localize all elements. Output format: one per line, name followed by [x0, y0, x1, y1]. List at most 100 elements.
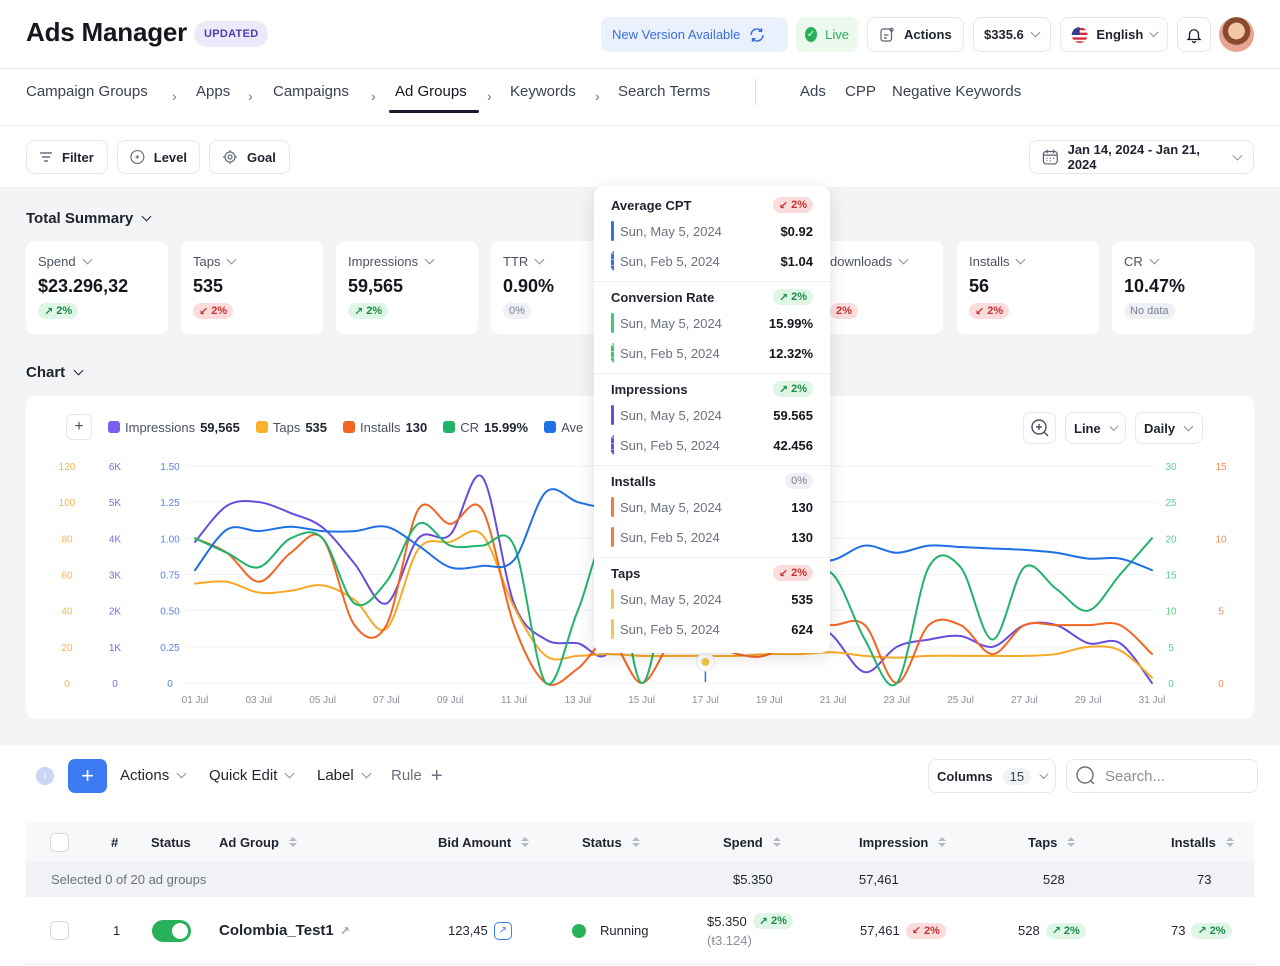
sort-icon: [1225, 837, 1234, 847]
summary-card-spend[interactable]: Spend $23.296,32 ↗ 2%: [26, 241, 168, 334]
axis-tick-label: 0: [64, 679, 70, 690]
nav-cpp[interactable]: CPP: [845, 83, 876, 100]
nav-keywords[interactable]: Keywords: [510, 83, 576, 100]
refresh-icon: [750, 27, 765, 42]
trend-chart-icon[interactable]: ↗: [493, 921, 512, 940]
header-bid-amount[interactable]: Bid Amount: [438, 822, 530, 862]
chevron-down-icon: [73, 365, 84, 376]
nav-search-terms[interactable]: Search Terms: [618, 83, 710, 100]
tooltip-row: Sun, May 5, 2024 $0.92: [611, 216, 813, 246]
chevron-right-icon: ›: [248, 88, 253, 104]
nav-ad-groups[interactable]: Ad Groups: [395, 83, 467, 100]
summary-installs: 73: [1197, 872, 1212, 887]
bell-icon: [1186, 28, 1202, 43]
search-input[interactable]: Search...: [1066, 759, 1258, 793]
total-summary-title: Total Summary: [26, 210, 134, 227]
updated-badge: UPDATED: [194, 21, 269, 47]
x-tick-label: 01 Jul: [182, 695, 209, 706]
axis-tick-label: 15: [1215, 462, 1227, 473]
columns-dropdown[interactable]: Columns 15: [928, 759, 1056, 793]
goal-label: Goal: [247, 149, 276, 165]
live-status[interactable]: ✓ Live: [796, 17, 858, 52]
filter-label: Filter: [62, 149, 94, 165]
x-tick-label: 03 Jul: [245, 695, 272, 706]
summary-card-taps[interactable]: Taps 535 ↙ 2%: [181, 241, 323, 334]
header-taps[interactable]: Taps: [1028, 822, 1076, 862]
header-ad-group[interactable]: Ad Group: [219, 822, 297, 862]
date-range-picker[interactable]: Jan 14, 2024 - Jan 21, 2024: [1029, 140, 1254, 174]
tooltip-metric-name: Installs: [611, 473, 656, 489]
goal-button[interactable]: Goal: [209, 140, 290, 174]
axis-tick-label: 30: [1165, 462, 1177, 473]
change-value: 2%: [366, 305, 383, 317]
tooltip-value: 535: [791, 591, 813, 607]
label-dropdown[interactable]: Label: [317, 767, 372, 784]
nav-apps[interactable]: Apps: [196, 83, 230, 100]
card-label: Spend: [38, 254, 76, 269]
external-link-icon[interactable]: ↗: [340, 924, 350, 938]
summary-card-cr[interactable]: CR 10.47% No data: [1112, 241, 1254, 334]
status-toggle[interactable]: [152, 897, 191, 964]
sort-icon: [772, 837, 781, 847]
actions-label: Actions: [904, 27, 952, 42]
filter-button[interactable]: Filter: [26, 140, 108, 174]
nav-campaigns[interactable]: Campaigns: [273, 83, 349, 100]
summary-taps: 528: [1043, 872, 1065, 887]
add-ad-group-button[interactable]: +: [68, 759, 107, 793]
tooltip-row: Sun, May 5, 2024 130: [611, 492, 813, 522]
tooltip-date: Sun, May 5, 2024: [620, 315, 722, 331]
notifications-button[interactable]: [1177, 17, 1211, 52]
info-icon[interactable]: i: [36, 767, 54, 785]
axis-tick-label: 0: [112, 679, 118, 690]
level-button[interactable]: Level: [117, 140, 200, 174]
row-checkbox[interactable]: [50, 897, 69, 964]
chevron-down-icon: [141, 211, 152, 222]
header-impression[interactable]: Impression: [859, 822, 947, 862]
actions-menu-button[interactable]: Actions: [867, 17, 964, 52]
user-avatar[interactable]: [1219, 17, 1254, 52]
table-row[interactable]: 1 Colombia_Test1 ↗ 123,45 ↗ Running $5.3…: [26, 897, 1254, 965]
change-value: 2%: [211, 305, 228, 317]
summary-card-impressions[interactable]: Impressions 59,565 ↗ 2%: [336, 241, 478, 334]
nav-ads[interactable]: Ads: [800, 83, 826, 100]
header-spend[interactable]: Spend: [723, 822, 781, 862]
language-dropdown[interactable]: English: [1060, 17, 1168, 52]
axis-tick-label: 100: [59, 498, 76, 509]
change-value: 2%: [770, 915, 787, 927]
axis-tick-label: 0: [1168, 679, 1174, 690]
header-status[interactable]: Status: [582, 822, 640, 862]
taps-cell: 528 ↗ 2%: [1018, 897, 1086, 964]
chart-section-toggle[interactable]: Chart: [26, 364, 84, 381]
language-label: English: [1096, 27, 1144, 42]
bid-amount: 123,45: [448, 923, 488, 938]
tooltip-row: Sun, May 5, 2024 59.565: [611, 400, 813, 430]
summary-impression: 57,461: [859, 872, 899, 887]
header-installs[interactable]: Installs: [1171, 822, 1234, 862]
summary-card-installs[interactable]: Installs 56 ↙ 2%: [957, 241, 1099, 334]
actions-dropdown[interactable]: Actions: [120, 767, 187, 784]
header-label: Spend: [723, 834, 763, 850]
ad-group-name[interactable]: Colombia_Test1: [219, 922, 334, 939]
nav-campaign-groups[interactable]: Campaign Groups: [26, 83, 148, 100]
nav-divider: [755, 79, 756, 105]
chevron-down-icon: [361, 768, 372, 779]
tooltip-group: Conversion Rate ↗ 2% Sun, May 5, 2024 15.…: [594, 282, 830, 374]
axis-tick-label: 1.25: [160, 498, 180, 509]
new-version-button[interactable]: New Version Available: [601, 17, 788, 52]
nav-negative-keywords[interactable]: Negative Keywords: [892, 83, 1021, 100]
total-summary-toggle[interactable]: Total Summary: [26, 210, 152, 227]
balance-dropdown[interactable]: $335.6: [973, 17, 1051, 52]
axis-tick-label: 10: [1215, 534, 1227, 545]
card-label: CR: [1124, 254, 1143, 269]
tooltip-row: Sun, May 5, 2024 535: [611, 584, 813, 614]
tooltip-group: Average CPT ↙ 2% Sun, May 5, 2024 $0.92 Su…: [594, 190, 830, 282]
x-tick-label: 19 Jul: [756, 695, 783, 706]
breadcrumb-nav: Campaign Groups › Apps › Campaigns › Ad …: [0, 69, 1280, 125]
ad-group-name-cell[interactable]: Colombia_Test1 ↗: [219, 897, 350, 964]
series-indicator: [611, 527, 614, 547]
x-tick-label: 29 Jul: [1075, 695, 1102, 706]
select-all-checkbox[interactable]: [50, 822, 69, 862]
row-index: 1: [113, 923, 121, 938]
quick-edit-dropdown[interactable]: Quick Edit: [209, 767, 295, 784]
add-rule-button[interactable]: Rule +: [391, 766, 443, 786]
